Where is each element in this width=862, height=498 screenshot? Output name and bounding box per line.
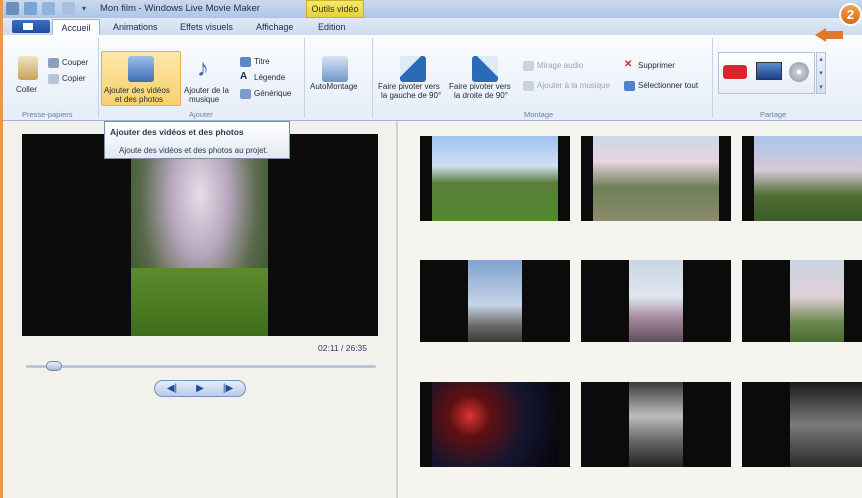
copy-button[interactable]: Copier [62, 74, 86, 84]
group-separator [372, 38, 373, 118]
youtube-icon[interactable] [723, 65, 747, 79]
caption-button[interactable]: Légende [254, 73, 285, 83]
group-label-clipboard: Presse-papiers [22, 110, 73, 119]
seek-bar-thumb[interactable] [46, 361, 62, 371]
title-icon [240, 57, 251, 67]
computer-monitor-icon[interactable] [756, 62, 782, 80]
automovie-icon [322, 56, 348, 82]
tooltip: Ajouter des vidéos et des photos Ajoute … [104, 121, 290, 159]
caption-icon: A [240, 71, 248, 82]
tab-visual-effects[interactable]: Effets visuels [180, 19, 233, 35]
annotation-frame-edge [0, 0, 3, 498]
movie-maker-window: ▾ Mon film - Windows Live Movie Maker Ou… [0, 0, 862, 498]
group-separator [304, 38, 305, 118]
select-all-icon [624, 81, 635, 91]
share-gallery-scroll[interactable]: ▴ ▾ ▾ [816, 52, 826, 94]
burn-dvd-icon[interactable] [789, 62, 809, 82]
tab-home[interactable]: Accueil [52, 19, 100, 35]
select-all-button[interactable]: Sélectionner tout [638, 81, 698, 91]
storyboard-clip[interactable] [581, 382, 731, 467]
rotate-right-label-2[interactable]: la droite de 90° [454, 91, 508, 101]
add-to-music-button[interactable]: Ajouter à la musique [537, 81, 610, 91]
snapshot-icon [523, 61, 534, 71]
annotation-step-badge: 2 [839, 3, 862, 26]
storyboard-clip[interactable] [742, 136, 862, 221]
cut-button[interactable]: Couper [62, 58, 88, 68]
group-separator [712, 38, 713, 118]
paste-icon [18, 56, 38, 80]
save-icon[interactable] [24, 2, 37, 15]
music-note-icon: ♪ [197, 55, 209, 82]
credits-icon [240, 89, 251, 99]
tab-view[interactable]: Affichage [256, 19, 293, 35]
group-label-share: Partage [760, 110, 787, 119]
scissors-icon [48, 58, 59, 68]
annotation-arrow-icon [815, 28, 843, 42]
context-tab-video-tools[interactable]: Outils vidéo [306, 0, 364, 18]
group-label-add: Ajouter [189, 110, 213, 119]
preview-photo-grass [131, 268, 268, 336]
play-icon[interactable]: ▶ [192, 381, 208, 396]
previous-frame-icon[interactable]: ◀| [164, 381, 180, 396]
storyboard-clip[interactable] [742, 260, 862, 342]
title-button[interactable]: Titre [254, 57, 270, 67]
paste-button[interactable]: Coller [16, 85, 37, 95]
undo-icon[interactable] [42, 2, 55, 15]
snapshot-button[interactable]: Mirage audio [537, 61, 583, 71]
add-music-label-2[interactable]: musique [189, 95, 219, 105]
delete-button[interactable]: Supprimer [638, 61, 675, 71]
tooltip-title: Ajouter des vidéos et des photos [110, 127, 244, 137]
delete-icon: ✕ [624, 59, 633, 70]
application-menu-button[interactable] [12, 20, 50, 33]
copy-icon [48, 74, 59, 84]
storyboard-clip[interactable] [420, 382, 570, 467]
add-videos-photos-label-2[interactable]: et des photos [115, 95, 163, 105]
rotate-left-icon [400, 56, 426, 82]
tab-edit[interactable]: Edition [318, 19, 346, 35]
customize-quick-access-icon[interactable]: ▾ [82, 2, 90, 15]
playback-time: 02:11 / 26:35 [318, 343, 367, 353]
storyboard-clip[interactable] [420, 260, 570, 342]
window-title: Mon film - Windows Live Movie Maker [100, 3, 260, 14]
redo-icon[interactable] [62, 2, 75, 15]
storyboard-clip[interactable] [742, 382, 862, 467]
add-videos-photos-icon [128, 56, 154, 82]
storyboard-clip[interactable] [581, 260, 731, 342]
storyboard-clip[interactable] [581, 136, 731, 221]
rotate-left-label-2[interactable]: la gauche de 90° [381, 91, 441, 101]
rotate-right-icon [472, 56, 498, 82]
app-menu-icon[interactable] [6, 2, 19, 15]
tab-animations[interactable]: Animations [113, 19, 158, 35]
group-label-editing: Montage [524, 110, 554, 119]
add-to-music-icon [523, 81, 534, 91]
automovie-button[interactable]: AutoMontage [310, 82, 358, 92]
next-frame-icon[interactable]: |▶ [220, 381, 236, 396]
credits-button[interactable]: Générique [254, 89, 291, 99]
storyboard-clip[interactable] [420, 136, 570, 221]
tooltip-description: Ajoute des vidéos et des photos au proje… [119, 146, 268, 155]
group-separator [98, 38, 99, 118]
seek-bar[interactable] [26, 365, 376, 368]
